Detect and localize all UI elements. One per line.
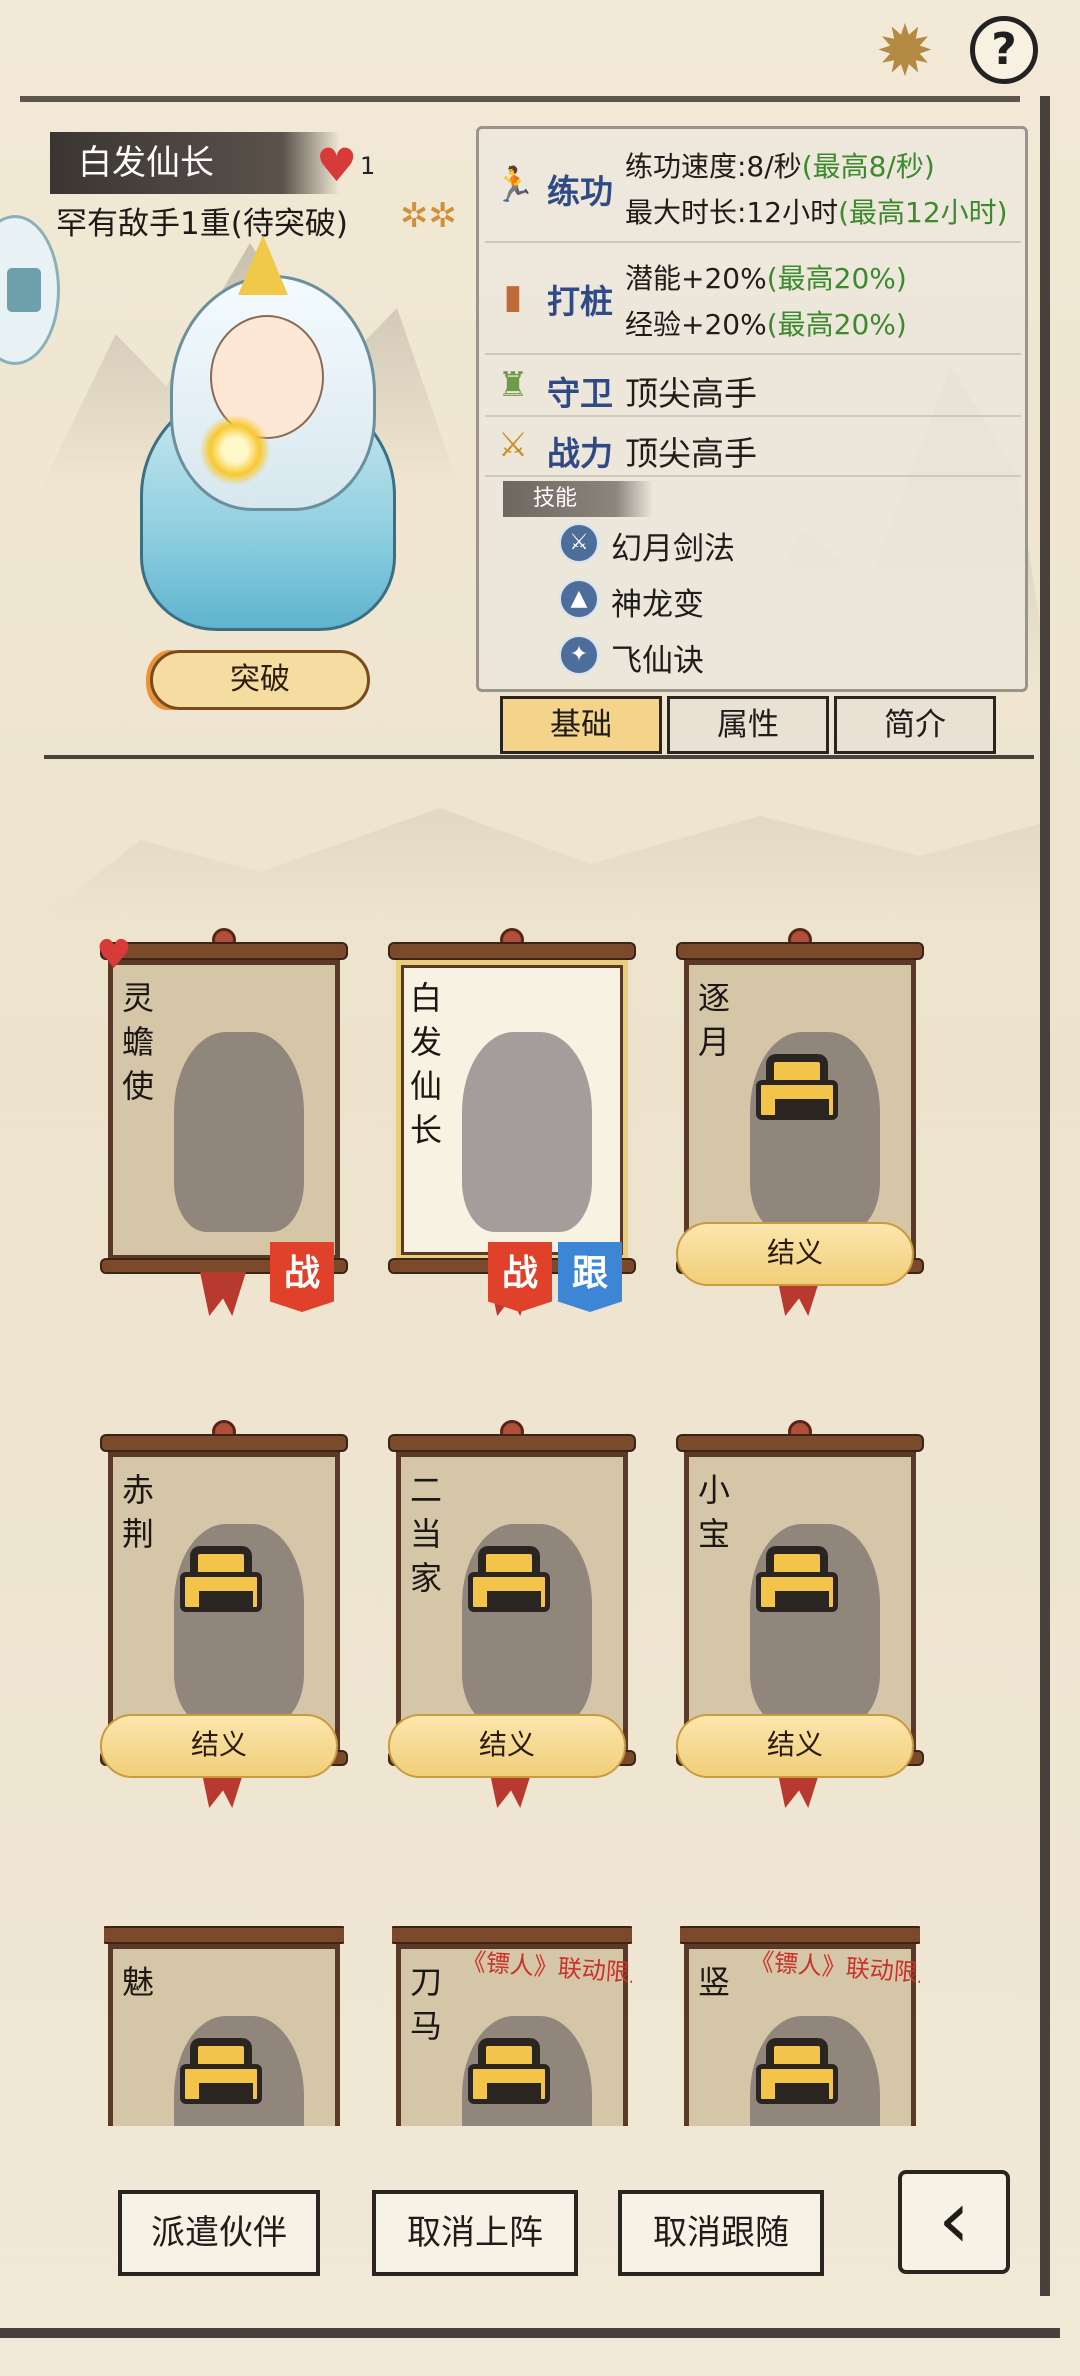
stat-line: 潜能+20%(最高20%) xyxy=(625,262,907,295)
bond-button[interactable]: 结义 xyxy=(388,1714,626,1778)
back-icon[interactable]: ‹ xyxy=(898,2170,1010,2274)
lock-icon xyxy=(756,1054,838,1120)
companion-card[interactable]: 刀马 《镖人》联动限定 xyxy=(392,1926,632,2126)
stat-line: 经验+20%(最高20%) xyxy=(625,308,907,341)
guard-icon: ♜ xyxy=(497,365,529,405)
scroll-rod xyxy=(676,942,924,960)
skill-name: 幻月剑法 xyxy=(611,531,735,567)
skill-name: 飞仙诀 xyxy=(611,643,704,679)
stat-power: ⚔ 战力 顶尖高手 xyxy=(485,419,1021,477)
camera-icon xyxy=(7,268,41,312)
breakthrough-button[interactable]: 突破 xyxy=(150,650,370,710)
stat-guard: ♜ 守卫 顶尖高手 xyxy=(485,359,1021,417)
skills-heading: 技能 xyxy=(503,481,653,517)
companion-name: 逐月 xyxy=(698,979,731,1061)
heart-count: 1 xyxy=(360,152,376,180)
glowing-orb xyxy=(200,415,270,485)
stat-label: 练功 xyxy=(547,172,613,211)
stat-line: 练功速度:8/秒(最高8/秒) xyxy=(625,150,935,183)
heart-icon: ♥ xyxy=(316,138,358,192)
cancel-deploy-button[interactable]: 取消上阵 xyxy=(372,2190,578,2276)
companion-name: 赤荆 xyxy=(122,1471,155,1553)
battle-badge: 战 xyxy=(488,1242,552,1312)
follow-badge: 跟 xyxy=(558,1242,622,1312)
lock-icon xyxy=(756,1546,838,1612)
help-button[interactable]: ? xyxy=(970,16,1038,84)
tab-intro[interactable]: 简介 xyxy=(834,696,996,754)
scroll-rod xyxy=(100,1434,348,1452)
scroll-rod xyxy=(104,1926,344,1944)
companion-name: 白发仙长 xyxy=(410,979,443,1149)
battle-badge: 战 xyxy=(270,1242,334,1312)
stat-label: 打桩 xyxy=(547,282,613,321)
companion-card[interactable]: 魅 xyxy=(104,1926,344,2126)
companion-card[interactable]: 灵蟾使战 ♥ xyxy=(96,928,348,1316)
stat-value: 顶尖高手 xyxy=(625,434,757,473)
character-portrait xyxy=(110,235,410,645)
sword-skill-icon: ⚔ xyxy=(559,523,599,563)
stat-label: 守卫 xyxy=(547,374,613,413)
scroll-rod xyxy=(676,1434,924,1452)
companion-name: 魅 xyxy=(122,1963,155,2001)
ribbon-tail xyxy=(200,1272,246,1316)
dragon-skill-icon: ▲ xyxy=(559,579,599,619)
character-name: 白发仙长 xyxy=(50,132,340,194)
companion-name: 二当家 xyxy=(410,1471,443,1597)
stat-training: 🏃 练功 练功速度:8/秒(最高8/秒) 最大时长:12小时(最高12小时) xyxy=(485,135,1021,243)
companion-card[interactable]: 赤荆结义 xyxy=(100,1420,348,1808)
running-figure-icon: 🏃 xyxy=(493,165,536,205)
lock-icon xyxy=(468,1546,550,1612)
bond-button[interactable]: 结义 xyxy=(676,1714,914,1778)
section-divider xyxy=(44,755,1034,759)
scroll-rod xyxy=(680,1926,920,1944)
lock-icon xyxy=(180,2038,262,2104)
scroll-rod xyxy=(388,1434,636,1452)
stat-stake: ▮ 打桩 潜能+20%(最高20%) 经验+20%(最高20%) xyxy=(485,247,1021,355)
lock-icon xyxy=(180,1546,262,1612)
stat-value: 顶尖高手 xyxy=(625,374,757,413)
scroll-rod xyxy=(392,1926,632,1944)
companion-card[interactable]: 小宝结义 xyxy=(676,1420,924,1808)
companion-card[interactable]: 逐月结义 xyxy=(676,928,924,1316)
companion-name: 灵蟾使 xyxy=(122,979,155,1105)
companion-card[interactable]: 白发仙长战跟 xyxy=(388,928,636,1316)
stat-label: 战力 xyxy=(547,434,613,473)
stat-line: 最大时长:12小时(最高12小时) xyxy=(625,196,1008,229)
lock-icon xyxy=(756,2038,838,2104)
tab-basic[interactable]: 基础 xyxy=(500,696,662,754)
bond-button[interactable]: 结义 xyxy=(100,1714,338,1778)
companion-portrait xyxy=(174,1032,304,1232)
companion-name: 竖 xyxy=(698,1963,731,2001)
companion-card[interactable]: 竖《镖人》联动限定 xyxy=(680,1926,920,2126)
frame-border xyxy=(20,96,1020,102)
dispatch-button[interactable]: 派遣伙伴 xyxy=(118,2190,320,2276)
tab-bar: 基础 属性 简介 xyxy=(500,696,996,754)
lock-icon xyxy=(468,2038,550,2104)
frame-border xyxy=(1040,96,1050,2296)
crossed-swords-icon: ⚔ xyxy=(497,425,529,465)
frame-border xyxy=(0,2328,1060,2338)
companion-name: 小宝 xyxy=(698,1471,731,1553)
companion-portrait xyxy=(462,1032,592,1232)
companion-name: 刀马 xyxy=(410,1963,443,2045)
gear-icon[interactable]: ✹ xyxy=(868,14,942,88)
companion-card[interactable]: 二当家结义 xyxy=(388,1420,636,1808)
flight-skill-icon: ✦ xyxy=(559,635,599,675)
scroll-rod xyxy=(388,942,636,960)
tab-attributes[interactable]: 属性 xyxy=(667,696,829,754)
skill-name: 神龙变 xyxy=(611,587,704,623)
cog-decoration-icon: ✲✲ xyxy=(400,196,457,236)
portrait-crown xyxy=(238,235,288,295)
scroll-rod xyxy=(100,942,348,960)
heart-icon: ♥ xyxy=(96,932,132,978)
wooden-dummy-icon: ▮ xyxy=(503,277,523,317)
stats-panel: 🏃 练功 练功速度:8/秒(最高8/秒) 最大时长:12小时(最高12小时) ▮… xyxy=(476,126,1028,692)
cancel-follow-button[interactable]: 取消跟随 xyxy=(618,2190,824,2276)
bond-button[interactable]: 结义 xyxy=(676,1222,914,1286)
